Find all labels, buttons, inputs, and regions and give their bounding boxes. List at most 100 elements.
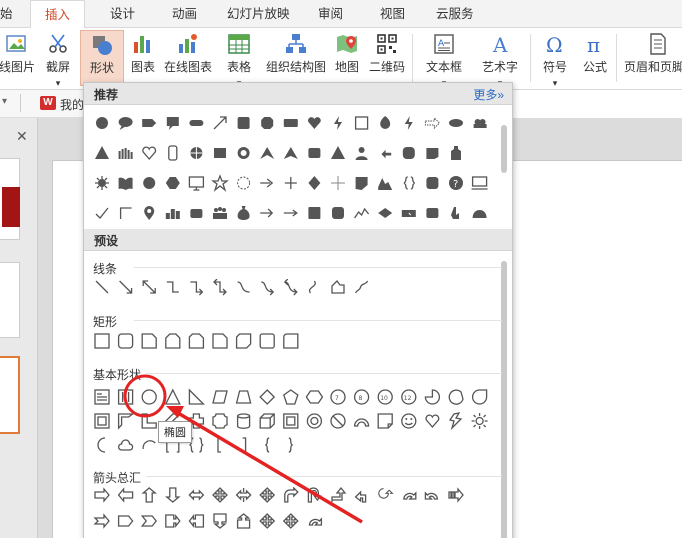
arrow-shape-3[interactable]	[165, 487, 181, 503]
tab-design[interactable]: 设计	[110, 0, 135, 28]
map-button[interactable]: 地图	[332, 30, 362, 86]
rect-shape-7[interactable]	[259, 333, 275, 349]
arrow-shape-row2-6[interactable]	[236, 513, 251, 529]
recommended-shape-1-15[interactable]	[451, 146, 461, 160]
bevel-shape[interactable]	[283, 413, 299, 429]
symbol-button[interactable]: Ω 符号 ▾	[535, 30, 575, 88]
rect-shape-1[interactable]	[117, 333, 134, 349]
line-shape-0[interactable]	[95, 280, 109, 294]
arrow-shape-row2-1[interactable]	[117, 515, 134, 527]
arrow-shape-2[interactable]	[141, 487, 157, 503]
recommended-shape-3-14[interactable]	[426, 208, 439, 218]
arrow-shape-row2-3[interactable]	[165, 514, 181, 528]
octagon-shape[interactable]: 8	[353, 389, 370, 405]
slide-thumbnail-2[interactable]	[0, 262, 20, 338]
recommended-shape-0-2[interactable]	[142, 119, 157, 127]
line-shape-8[interactable]	[283, 279, 298, 296]
line-shape-10[interactable]	[331, 280, 345, 294]
recommended-scrollbar[interactable]	[501, 125, 507, 173]
arrow-shape-6[interactable]	[235, 488, 252, 502]
left-bracket-shape[interactable]	[217, 437, 221, 453]
arrow-shape-8[interactable]	[284, 487, 299, 503]
recommended-shape-2-7[interactable]	[260, 178, 274, 188]
recommended-shape-2-10[interactable]	[331, 176, 345, 190]
line-shape-1[interactable]	[119, 280, 133, 294]
right-brace-shape[interactable]	[288, 437, 293, 453]
recommended-shape-3-9[interactable]	[308, 207, 321, 219]
recommended-shape-0-9[interactable]	[308, 117, 321, 129]
half-frame-shape[interactable]	[117, 413, 135, 430]
recommended-shape-1-12[interactable]	[381, 149, 392, 159]
decagon-shape[interactable]: 10	[377, 389, 393, 405]
vertical-textbox-shape[interactable]	[117, 389, 134, 405]
rect-shape-6[interactable]	[235, 333, 252, 349]
arrow-shape-4[interactable]	[188, 489, 205, 501]
presets-scrollbar[interactable]	[501, 261, 507, 538]
chart-button[interactable]: 图表	[128, 30, 158, 86]
recommended-shape-0-12[interactable]	[380, 116, 391, 129]
recommended-shape-2-14[interactable]	[426, 177, 439, 189]
qrcode-button[interactable]: 二维码	[366, 30, 408, 86]
recommended-shape-3-13[interactable]	[401, 210, 416, 217]
heptagon-shape[interactable]: 7	[330, 389, 346, 405]
recommended-shape-3-5[interactable]	[213, 207, 227, 219]
recommended-shape-0-6[interactable]	[237, 117, 250, 129]
line-shape-2[interactable]	[142, 280, 156, 294]
arrow-shape-row2-8[interactable]	[282, 513, 299, 529]
arrow-shape-14[interactable]	[424, 491, 439, 500]
rect-shape-0[interactable]	[94, 333, 110, 349]
dodecagon-shape[interactable]: 12	[401, 389, 417, 405]
cloud-shape[interactable]	[118, 439, 134, 451]
recommended-shape-2-13[interactable]	[403, 176, 415, 190]
recommended-shape-3-0[interactable]	[95, 207, 109, 219]
arrow-shape-5[interactable]	[212, 487, 228, 503]
recommended-shape-2-3[interactable]	[165, 177, 180, 189]
arrow-shape-row2-4[interactable]	[188, 514, 205, 528]
recommended-shape-0-14[interactable]	[424, 116, 441, 130]
textbox-shape[interactable]	[94, 389, 110, 405]
arrow-shape-9[interactable]	[307, 487, 322, 503]
recommended-shape-3-10[interactable]	[332, 207, 344, 219]
recommended-shape-3-12[interactable]	[378, 208, 393, 218]
teardrop-shape[interactable]	[471, 389, 488, 405]
header-footer-button[interactable]: 页眉和页脚	[624, 30, 682, 86]
pie-shape[interactable]	[424, 389, 441, 405]
arrow-shape-15[interactable]	[448, 487, 464, 503]
recommended-shape-3-7[interactable]	[260, 208, 274, 218]
rect-shape-4[interactable]	[188, 333, 205, 349]
recommended-shape-2-15[interactable]: ?	[449, 176, 463, 190]
arrow-shape-row2-0[interactable]	[93, 513, 110, 529]
recommended-shape-0-7[interactable]	[261, 117, 274, 129]
block-arc-shape[interactable]	[353, 418, 370, 427]
recommended-shape-1-8[interactable]	[283, 147, 298, 159]
chord-shape[interactable]	[448, 389, 464, 405]
recommended-shape-0-16[interactable]	[473, 119, 487, 128]
org-chart-button[interactable]: 组织结构图	[264, 30, 328, 86]
recommended-shape-1-4[interactable]	[190, 147, 203, 159]
trapezoid-shape[interactable]	[235, 390, 252, 404]
arrow-shape-1[interactable]	[117, 487, 134, 503]
online-chart-button[interactable]: 在线图表	[162, 30, 214, 86]
recommended-shape-2-12[interactable]	[378, 178, 393, 190]
line-shape-11[interactable]	[355, 280, 369, 294]
arrow-shape-13[interactable]	[403, 491, 417, 500]
recommended-shape-2-16[interactable]	[471, 176, 488, 190]
recommended-shape-1-14[interactable]	[426, 148, 439, 159]
rect-shape-5[interactable]	[212, 333, 228, 349]
line-shape-6[interactable]	[237, 281, 250, 293]
doc-tab-label[interactable]: 我的	[60, 96, 84, 113]
more-link[interactable]: 更多»	[473, 86, 504, 103]
wordart-button[interactable]: A 艺术字▾	[474, 30, 526, 88]
triangle-shape[interactable]	[164, 388, 181, 405]
left-brace-shape[interactable]	[265, 437, 270, 453]
line-shape-3[interactable]	[166, 281, 179, 293]
recommended-shape-2-9[interactable]	[308, 176, 321, 190]
recommended-shape-2-4[interactable]	[188, 176, 205, 191]
arc-shape[interactable]	[142, 440, 156, 450]
line-shape-9[interactable]	[308, 280, 316, 294]
recommended-shape-2-1[interactable]	[118, 177, 133, 190]
tab-cloud[interactable]: 云服务	[436, 0, 474, 28]
recommended-shape-3-3[interactable]	[165, 209, 180, 219]
recommended-shape-0-13[interactable]	[404, 116, 413, 130]
recommended-shape-0-3[interactable]	[166, 117, 179, 130]
